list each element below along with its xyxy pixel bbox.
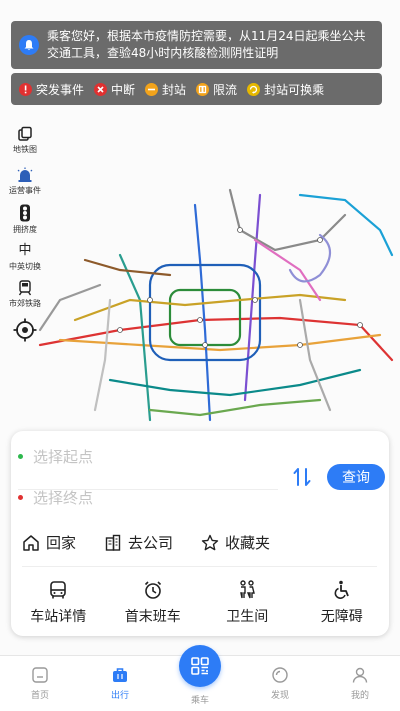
nav-label: 首页 — [30, 691, 49, 701]
tool-subway-map[interactable]: 地铁图 — [6, 126, 44, 155]
map-layers-icon — [18, 126, 32, 141]
shortcut-favorites[interactable]: 收藏夹 — [201, 532, 270, 553]
tool-label: 中英切换 — [9, 262, 41, 271]
legend-label: 封站可换乘 — [264, 82, 325, 97]
shortcut-row: 回家 去公司 收藏夹 — [22, 532, 270, 553]
tool-operation-events[interactable]: 运营事件 — [6, 167, 44, 196]
shortcut-label: 去公司 — [128, 534, 174, 552]
nav-label: 发现 — [270, 691, 289, 701]
tool-label: 拥挤度 — [13, 225, 37, 234]
feature-label: 首末班车 — [124, 609, 181, 625]
nav-travel[interactable]: 出行 — [95, 666, 145, 701]
nav-label: 出行 — [110, 691, 129, 701]
swap-arrows-icon — [293, 468, 311, 486]
office-icon — [105, 534, 121, 551]
shortcut-label: 回家 — [46, 534, 77, 552]
end-station-field[interactable]: 选择终点 — [18, 485, 93, 509]
legend-label: 中断 — [111, 82, 136, 97]
nav-ride-label: 乘车 — [190, 696, 209, 706]
wheelchair-icon — [334, 580, 349, 599]
tool-label: 运营事件 — [9, 186, 41, 195]
legend-item-limited: 限流 — [196, 81, 237, 98]
exclamation-icon — [19, 82, 32, 96]
tool-suburban-railway[interactable]: 市郊铁路 — [6, 280, 44, 309]
minus-icon — [145, 82, 159, 96]
nav-mine[interactable]: 我的 — [335, 666, 385, 701]
query-button[interactable]: 查询 — [327, 464, 385, 490]
swap-button[interactable] — [291, 466, 313, 488]
map-tools: 地铁图 运营事件 拥挤度 中 中英切换 市郊铁路 — [6, 126, 44, 317]
feature-station-details[interactable]: 车站详情 — [11, 580, 106, 626]
bus-icon — [50, 581, 67, 599]
limit-icon — [196, 82, 210, 96]
locate-button[interactable] — [13, 318, 37, 342]
start-placeholder: 选择起点 — [33, 447, 94, 466]
legend-item-emergency: 突发事件 — [19, 81, 84, 98]
language-icon: 中 — [18, 243, 32, 258]
star-icon — [201, 534, 219, 550]
shortcut-office[interactable]: 去公司 — [104, 532, 173, 553]
start-dot-icon — [18, 453, 23, 459]
epidemic-notice-banner[interactable]: 乘客您好，根据本市疫情防控需要，从11月24日起乘坐公共交通工具，查验48小时内… — [11, 21, 382, 69]
feature-restroom[interactable]: 卫生间 — [200, 580, 295, 626]
qr-code-icon — [191, 657, 209, 675]
restroom-icon — [240, 580, 256, 599]
crosshair-icon — [13, 318, 37, 342]
tool-language-switch[interactable]: 中 中英切换 — [6, 243, 44, 272]
user-icon — [352, 667, 368, 683]
alarm-icon — [17, 167, 33, 182]
shortcut-home[interactable]: 回家 — [22, 532, 76, 553]
legend-item-closed: 封站 — [145, 81, 186, 98]
feature-label: 卫生间 — [226, 609, 269, 625]
nav-discover[interactable]: 发现 — [255, 666, 305, 701]
clock-icon — [144, 581, 161, 599]
nav-ride-qr-button[interactable] — [179, 645, 221, 687]
shortcut-label: 收藏夹 — [225, 534, 271, 552]
tool-crowding[interactable]: 拥挤度 — [6, 204, 44, 235]
discover-icon — [272, 667, 288, 683]
nav-home[interactable]: 首页 — [15, 666, 65, 701]
transfer-icon — [247, 82, 261, 96]
notice-bell-icon — [19, 35, 39, 55]
shortcut-divider — [22, 566, 377, 567]
home-nav-icon — [32, 667, 48, 683]
status-legend: 突发事件 中断 封站 限流 封站可换乘 — [11, 73, 382, 105]
end-placeholder: 选择终点 — [33, 488, 94, 507]
feature-label: 无障碍 — [320, 609, 363, 625]
legend-item-interrupted: 中断 — [94, 81, 135, 98]
bag-icon — [113, 668, 127, 682]
tool-label: 地铁图 — [13, 145, 37, 154]
legend-item-closed-transfer: 封站可换乘 — [247, 81, 324, 98]
feature-row: 车站详情 首末班车 卫生间 无障碍 — [11, 580, 389, 626]
feature-label: 车站详情 — [30, 609, 87, 625]
feature-accessibility[interactable]: 无障碍 — [295, 580, 390, 626]
notice-text: 乘客您好，根据本市疫情防控需要，从11月24日起乘坐公共交通工具，查验48小时内… — [47, 29, 366, 60]
feature-first-last-train[interactable]: 首末班车 — [106, 580, 201, 626]
x-icon — [94, 82, 108, 96]
tool-label: 市郊铁路 — [9, 299, 41, 308]
start-station-field[interactable]: 选择起点 — [18, 444, 93, 468]
end-dot-icon — [18, 494, 23, 500]
legend-label: 封站 — [162, 82, 187, 97]
nav-label: 我的 — [350, 691, 369, 701]
train-icon — [18, 280, 32, 296]
legend-label: 突发事件 — [36, 82, 85, 97]
home-icon — [23, 534, 39, 551]
traffic-light-icon — [20, 204, 30, 222]
legend-label: 限流 — [213, 82, 238, 97]
